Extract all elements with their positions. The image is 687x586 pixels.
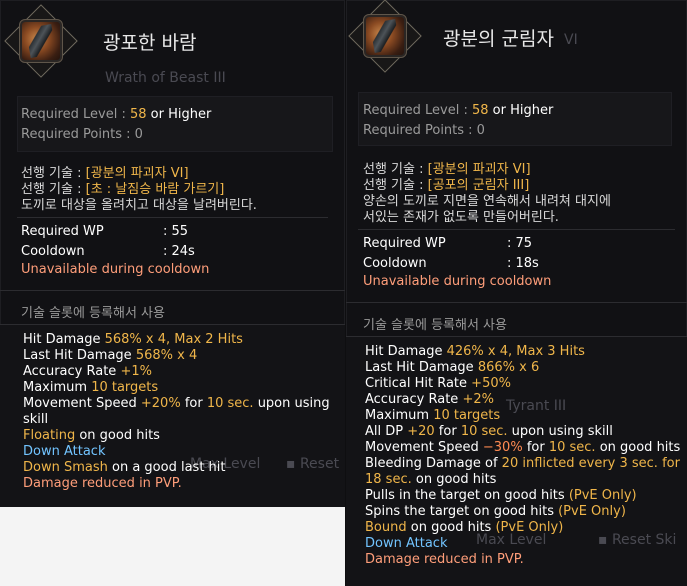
effect-line: All DP +20 for 10 sec. upon using skill [365, 424, 613, 439]
effect-line: Spins the target on good hits (PvE Only) [365, 504, 626, 519]
background-ghost-text: ▪ Reset Ski [598, 532, 677, 548]
axe-skill-icon [363, 14, 407, 58]
tooltip-header: 광포한 바람 Wrath of Beast III [0, 0, 345, 86]
effect-line: Bleeding Damage of 20 inflicted every 3 … [365, 456, 680, 471]
effect-line: Maximum 10 targets [23, 380, 159, 395]
effect-line: Movement Speed −30% for 10 sec. on good … [365, 440, 681, 455]
skill-slot-hint: 기술 슬롯에 등록해서 사용 [21, 306, 165, 321]
effect-line: Last Hit Damage 568% x 4 [23, 348, 198, 363]
effect-line: Down Attack [365, 536, 448, 551]
effect-line: Hit Damage 426% x 4, Max 3 Hits [365, 344, 585, 359]
effect-line: 18 sec. on good hits [365, 472, 497, 487]
effect-line: Maximum 10 targets [365, 408, 501, 423]
cooldown-value: : 24s [163, 244, 195, 259]
cooldown-label: Cooldown [363, 256, 427, 271]
skill-description: 도끼로 대상을 올려치고 대상을 날려버린다. [21, 198, 257, 213]
required-level: Required Level : 58 or Higher [363, 103, 554, 118]
background-ghost-text: VI [564, 32, 578, 48]
divider [0, 290, 345, 291]
background-ghost-text: Wrath of Beast III [105, 70, 226, 86]
effect-line: Floating on good hits [23, 428, 160, 443]
skill-tooltip-right: 광분의 군림자 VI Required Level : 58 or Higher… [346, 0, 687, 586]
requirements-box [17, 96, 333, 152]
effect-line: Pulls in the target on good hits (PvE On… [365, 488, 637, 503]
required-wp-value: : 75 [507, 236, 533, 251]
effect-line: Critical Hit Rate +50% [365, 376, 511, 391]
required-wp-label: Required WP [21, 224, 104, 239]
effect-line: Down Attack [23, 444, 106, 459]
effect-line: Accuracy Rate +1% [23, 364, 152, 379]
cooldown-label: Cooldown [21, 244, 85, 259]
required-level: Required Level : 58 or Higher [21, 107, 212, 122]
required-wp-label: Required WP [363, 236, 446, 251]
skill-title: 광분의 군림자 [443, 28, 554, 50]
background-ghost-text: Tyrant III [506, 398, 567, 414]
skill-title: 광포한 바람 [103, 32, 197, 54]
effect-line: Damage reduced in PVP. [23, 476, 182, 491]
effect-line: Last Hit Damage 866% x 6 [365, 360, 540, 375]
unavailable-during-cooldown: Unavailable during cooldown [363, 274, 552, 289]
divider [346, 302, 687, 303]
unavailable-during-cooldown: Unavailable during cooldown [21, 262, 210, 277]
divider [17, 217, 328, 218]
effect-line: skill [23, 412, 49, 427]
background-area [0, 507, 345, 586]
background-ghost-text: Max Level [476, 532, 547, 548]
cooldown-value: : 18s [507, 256, 539, 271]
skill-description-line-2: 서있는 존재가 없도록 만들어버린다. [363, 210, 559, 225]
axe-skill-icon [19, 19, 63, 63]
required-points: Required Points : 0 [21, 127, 143, 142]
effect-line: Hit Damage 568% x 4, Max 2 Hits [23, 332, 243, 347]
divider [358, 229, 675, 230]
skill-slot-hint: 기술 슬롯에 등록해서 사용 [363, 318, 507, 333]
tooltip-header: 광분의 군림자 VI [346, 0, 687, 82]
required-points: Required Points : 0 [363, 123, 485, 138]
effect-line: Movement Speed +20% for 10 sec. upon usi… [23, 396, 330, 411]
background-ghost-text: ▪ Reset [286, 456, 340, 472]
required-wp-value: : 55 [163, 224, 189, 239]
effect-line: Damage reduced in PVP. [365, 552, 524, 567]
skill-tooltip-left: 광포한 바람 Wrath of Beast III Required Level… [0, 0, 345, 586]
effect-line: Accuracy Rate +2% [365, 392, 494, 407]
effect-line: Down Smash on a good last hit [23, 460, 226, 475]
